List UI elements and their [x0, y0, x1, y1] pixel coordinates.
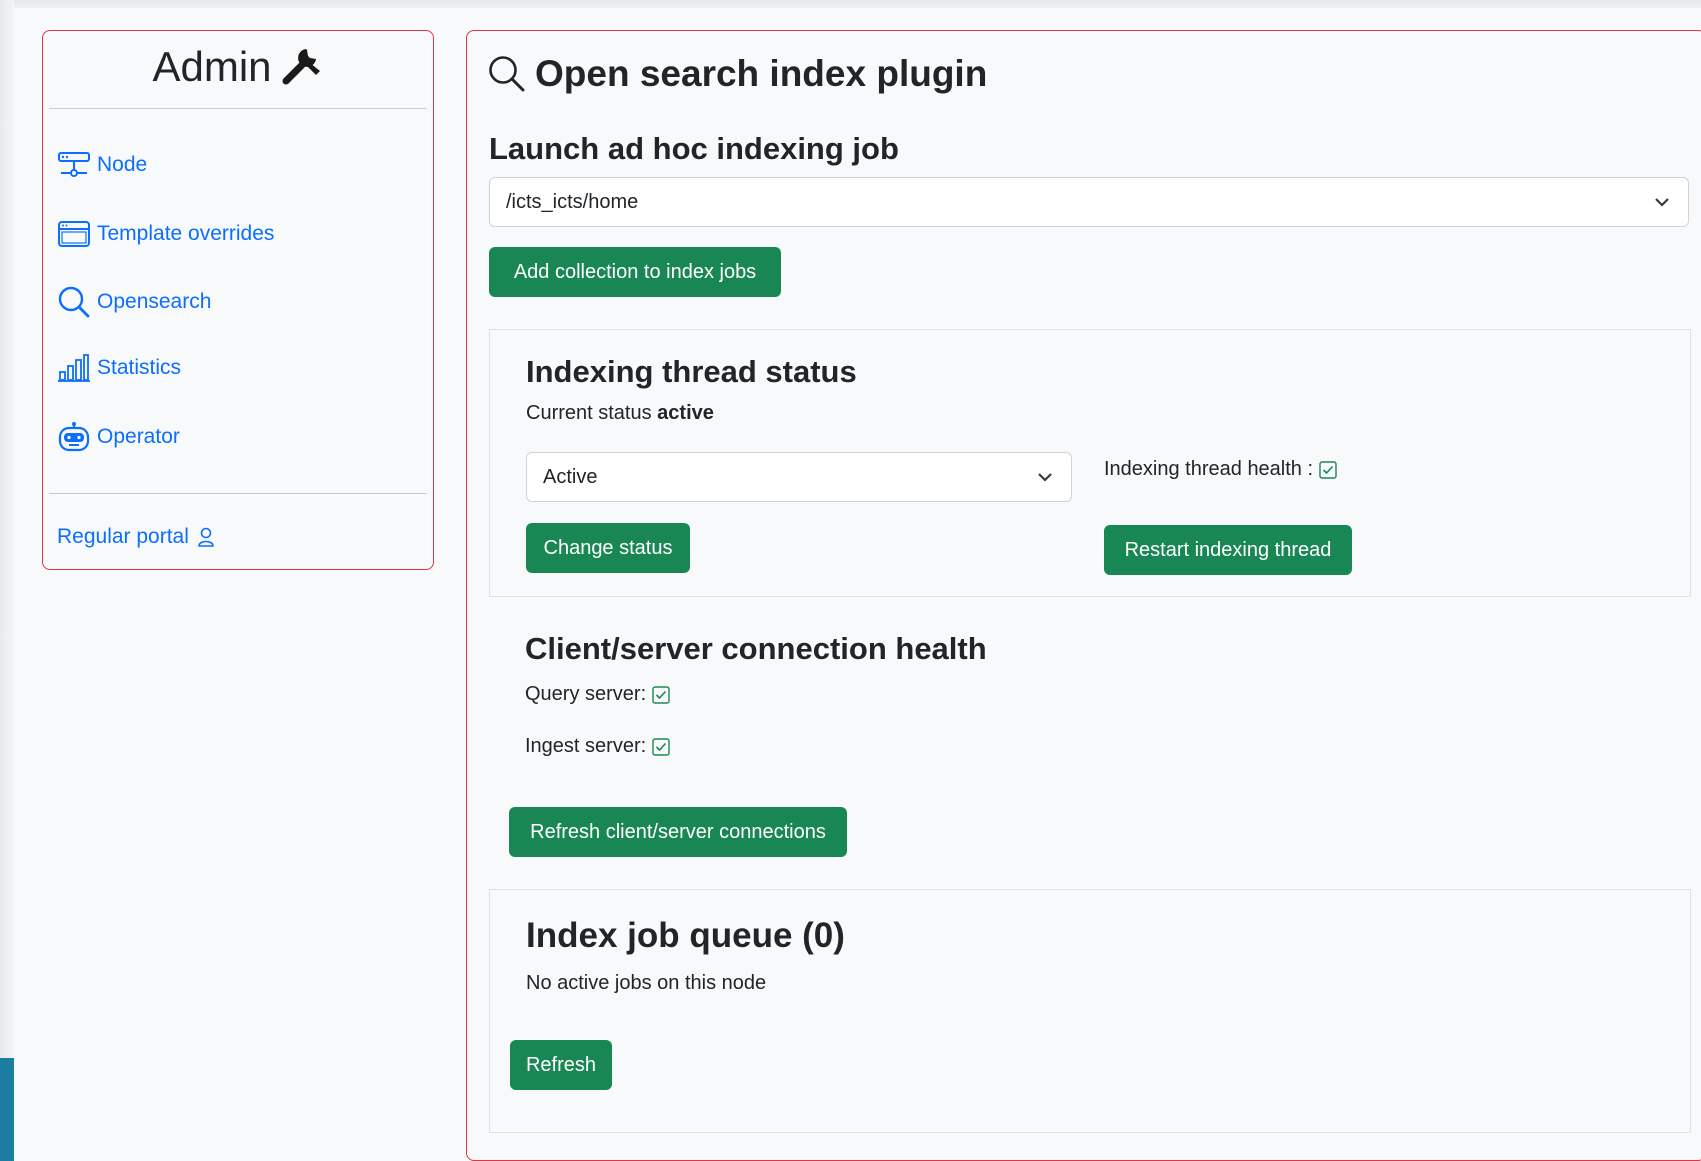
sidebar-divider-bottom — [49, 493, 427, 494]
sidebar-item-statistics[interactable]: Statistics — [57, 353, 181, 383]
server-icon — [58, 152, 90, 177]
wrench-icon — [280, 41, 324, 96]
job-queue-empty-text: No active jobs on this node — [526, 972, 767, 994]
status-select-value: Active — [543, 465, 598, 488]
sidebar-item-label: Statistics — [97, 356, 182, 379]
chevron-down-icon — [1655, 198, 1669, 207]
status-select[interactable]: Active — [526, 452, 1072, 502]
connection-heading: Client/server connection health — [525, 631, 987, 666]
regular-portal-label: Regular portal — [57, 525, 189, 548]
thread-health-text: Indexing thread health : — [1104, 458, 1337, 481]
left-edge-accent — [0, 1058, 14, 1161]
add-collection-button[interactable]: Add collection to index jobs — [489, 247, 781, 297]
search-icon — [58, 286, 90, 318]
page-title: Open search index plugin — [487, 53, 987, 95]
ingest-server-label: Ingest server: — [525, 735, 647, 757]
sidebar-title: Admin — [43, 41, 433, 96]
ingest-server-status: Ingest server: — [525, 735, 670, 758]
check-square-icon — [652, 685, 670, 704]
sidebar-item-label: Node — [97, 153, 148, 176]
query-server-label: Query server: — [525, 683, 647, 705]
sidebar-item-operator[interactable]: Operator — [57, 421, 180, 453]
sidebar-divider-top — [49, 108, 427, 109]
thread-status-card: Indexing thread status Current status ac… — [489, 329, 1691, 597]
page-title-text: Open search index plugin — [535, 53, 988, 94]
refresh-queue-button[interactable]: Refresh — [510, 1040, 612, 1090]
window-icon — [58, 221, 90, 247]
admin-sidebar: Admin Node Template overrides Opensearch… — [42, 30, 434, 570]
main-panel: Open search index plugin Launch ad hoc i… — [466, 30, 1701, 1161]
check-square-icon — [1319, 460, 1337, 479]
query-server-status: Query server: — [525, 683, 670, 706]
sidebar-item-opensearch[interactable]: Opensearch — [57, 285, 211, 319]
top-edge — [0, 0, 1701, 8]
job-queue-heading: Index job queue (0) — [526, 916, 845, 955]
current-status-value: active — [657, 402, 714, 424]
collection-select-value: /icts_icts/home — [506, 190, 639, 213]
thread-health-label: Indexing thread health : — [1104, 458, 1314, 480]
sidebar-title-text: Admin — [152, 43, 272, 90]
restart-thread-button[interactable]: Restart indexing thread — [1104, 525, 1352, 575]
sidebar-item-label: Operator — [97, 425, 180, 448]
refresh-connections-button[interactable]: Refresh client/server connections — [509, 807, 847, 857]
robot-icon — [58, 422, 90, 452]
current-status-label: Current status — [526, 402, 652, 424]
launch-heading: Launch ad hoc indexing job — [489, 131, 899, 166]
sidebar-item-template-overrides[interactable]: Template overrides — [57, 219, 274, 249]
sidebar-item-label: Opensearch — [97, 290, 212, 313]
regular-portal-link[interactable]: Regular portal — [57, 525, 215, 549]
change-status-button[interactable]: Change status — [526, 523, 690, 573]
left-edge — [0, 0, 14, 1161]
sidebar-item-node[interactable]: Node — [57, 151, 147, 179]
job-queue-card: Index job queue (0) No active jobs on th… — [489, 889, 1691, 1133]
chevron-down-icon — [1038, 473, 1052, 482]
sidebar-item-label: Template overrides — [97, 222, 275, 245]
collection-select[interactable]: /icts_icts/home — [489, 177, 1689, 227]
search-icon — [489, 56, 525, 92]
bar-chart-icon — [58, 354, 90, 382]
check-square-icon — [652, 737, 670, 756]
current-status-text: Current status active — [526, 402, 714, 425]
thread-status-heading: Indexing thread status — [526, 354, 857, 389]
person-icon — [198, 527, 214, 547]
